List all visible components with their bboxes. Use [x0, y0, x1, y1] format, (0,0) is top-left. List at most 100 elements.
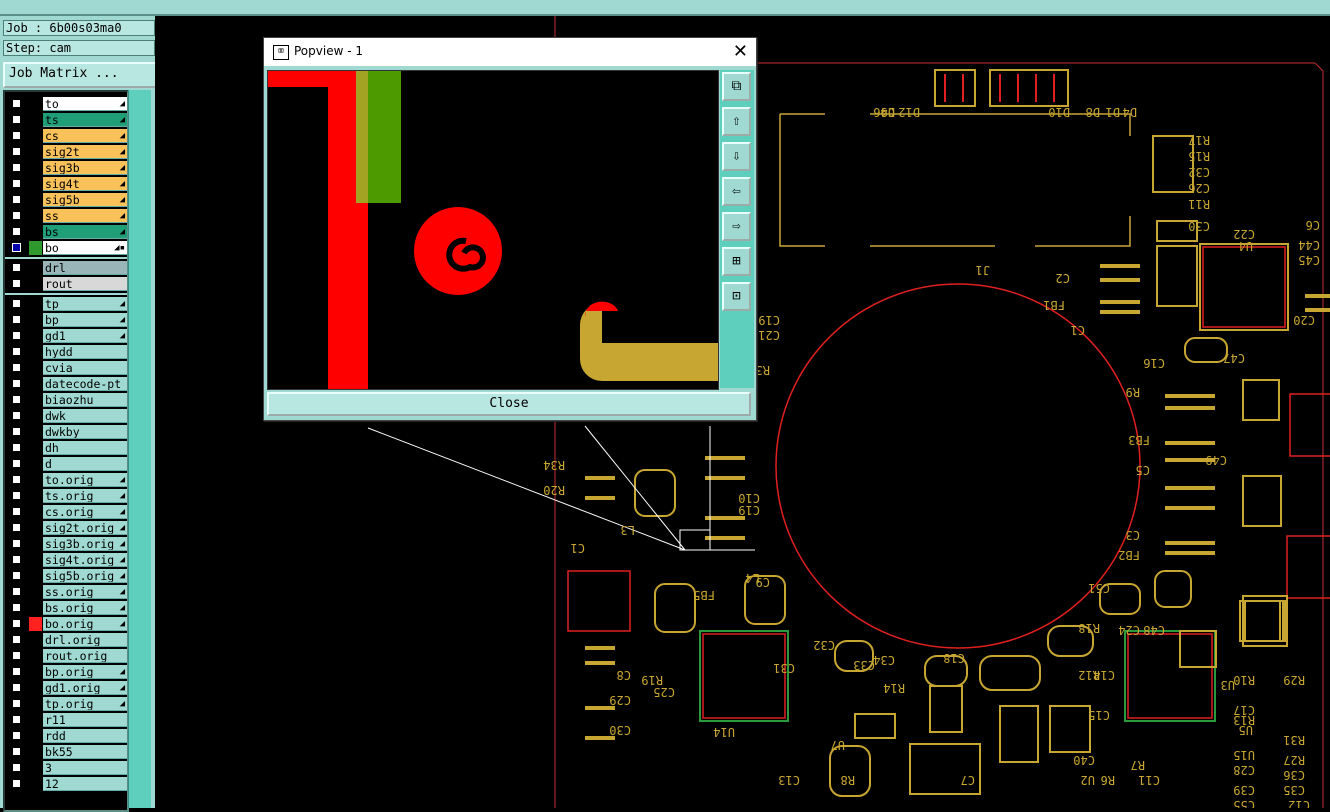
layer-name[interactable]: sig4t.orig ◢ — [43, 553, 127, 567]
layer-row-rout-orig[interactable]: rout.orig — [5, 648, 127, 664]
layer-checkbox[interactable] — [12, 443, 21, 452]
layer-row-tp[interactable]: tp ◢ — [5, 296, 127, 312]
layer-checkbox[interactable] — [12, 147, 21, 156]
layer-color-swatch[interactable] — [29, 177, 42, 191]
layer-name[interactable]: cs ◢ — [43, 129, 127, 143]
layer-checkbox[interactable] — [12, 211, 21, 220]
layer-name[interactable]: cs.orig ◢ — [43, 505, 127, 519]
layer-name[interactable]: dwkby — [43, 425, 127, 439]
layer-row-cvia[interactable]: cvia — [5, 360, 127, 376]
layer-checkbox[interactable] — [12, 667, 21, 676]
job-matrix-button[interactable]: Job Matrix ... — [3, 62, 157, 88]
layer-checkbox[interactable] — [12, 683, 21, 692]
layer-checkbox[interactable] — [12, 731, 21, 740]
layer-color-swatch[interactable] — [29, 97, 42, 111]
layer-row-to[interactable]: to ◢ — [5, 96, 127, 112]
layer-name[interactable]: 12 — [43, 777, 127, 791]
layer-row-sig5b-orig[interactable]: sig5b.orig ◢ — [5, 568, 127, 584]
popview-titlebar[interactable]: ⌧ Popview - 1 ✕ — [264, 38, 756, 66]
zoom-fit-icon[interactable]: ⧉ — [722, 72, 751, 101]
layer-row-cs[interactable]: cs ◢ — [5, 128, 127, 144]
layer-color-swatch[interactable] — [29, 633, 42, 647]
layer-color-swatch[interactable] — [29, 209, 42, 223]
layer-name[interactable]: drl.orig — [43, 633, 127, 647]
layer-color-swatch[interactable] — [29, 225, 42, 239]
layer-checkbox[interactable] — [12, 411, 21, 420]
layer-name[interactable]: 3 — [43, 761, 127, 775]
layer-row-sig3b-orig[interactable]: sig3b.orig ◢ — [5, 536, 127, 552]
layer-row-rdd[interactable]: rdd — [5, 728, 127, 744]
layer-name[interactable]: biaozhu — [43, 393, 127, 407]
layer-checkbox[interactable] — [12, 619, 21, 628]
layer-name[interactable]: bp ◢ — [43, 313, 127, 327]
layer-checkbox[interactable] — [12, 491, 21, 500]
layer-checkbox[interactable] — [12, 699, 21, 708]
layer-checkbox[interactable] — [12, 331, 21, 340]
layer-color-swatch[interactable] — [29, 313, 42, 327]
layer-checkbox[interactable] — [12, 263, 21, 272]
layer-name[interactable]: ts ◢ — [43, 113, 127, 127]
layer-color-swatch[interactable] — [29, 697, 42, 711]
layer-row-bs[interactable]: bs ◢ — [5, 224, 127, 240]
layer-name[interactable]: gd1 ◢ — [43, 329, 127, 343]
layer-color-swatch[interactable] — [29, 761, 42, 775]
pan-down-icon[interactable]: ⇩ — [722, 142, 751, 171]
layer-name[interactable]: r11 — [43, 713, 127, 727]
layer-row-bs-orig[interactable]: bs.orig ◢ — [5, 600, 127, 616]
layer-row-hydd[interactable]: hydd — [5, 344, 127, 360]
layer-row-drl[interactable]: drl — [5, 260, 127, 276]
layer-checkbox[interactable] — [12, 363, 21, 372]
layer-color-swatch[interactable] — [29, 745, 42, 759]
layer-row-ts-orig[interactable]: ts.orig ◢ — [5, 488, 127, 504]
layer-checkbox[interactable] — [12, 747, 21, 756]
zoom-out-icon[interactable]: ⊡ — [722, 282, 751, 311]
layer-row-drl-orig[interactable]: drl.orig — [5, 632, 127, 648]
layer-color-swatch[interactable] — [29, 113, 42, 127]
layer-row-sig4t-orig[interactable]: sig4t.orig ◢ — [5, 552, 127, 568]
layer-row-gd1[interactable]: gd1 ◢ — [5, 328, 127, 344]
layer-checkbox[interactable] — [12, 779, 21, 788]
layer-color-swatch[interactable] — [29, 713, 42, 727]
layer-checkbox[interactable] — [12, 131, 21, 140]
layer-name[interactable]: bk55 — [43, 745, 127, 759]
layer-color-swatch[interactable] — [29, 241, 42, 255]
layer-checkbox[interactable] — [12, 763, 21, 772]
layer-name[interactable]: hydd — [43, 345, 127, 359]
layer-checkbox[interactable] — [12, 379, 21, 388]
layer-checkbox[interactable] — [12, 395, 21, 404]
layer-color-swatch[interactable] — [29, 537, 42, 551]
close-icon[interactable]: ✕ — [733, 41, 748, 62]
layer-checkbox[interactable] — [12, 651, 21, 660]
layer-name[interactable]: tp.orig ◢ — [43, 697, 127, 711]
layer-row-gd1-orig[interactable]: gd1.orig ◢ — [5, 680, 127, 696]
layer-color-swatch[interactable] — [29, 489, 42, 503]
layer-name[interactable]: sig2t.orig ◢ — [43, 521, 127, 535]
layer-checkbox[interactable] — [12, 539, 21, 548]
layer-checkbox[interactable] — [12, 459, 21, 468]
layer-name[interactable]: sig3b.orig ◢ — [43, 537, 127, 551]
layer-checkbox[interactable] — [12, 99, 21, 108]
layer-name[interactable]: sig2t ◢ — [43, 145, 127, 159]
layer-row-sig5b[interactable]: sig5b ◢ — [5, 192, 127, 208]
layer-row-bp[interactable]: bp ◢ — [5, 312, 127, 328]
layer-checkbox[interactable] — [12, 555, 21, 564]
layer-color-swatch[interactable] — [29, 681, 42, 695]
layer-row-bk55[interactable]: bk55 — [5, 744, 127, 760]
layer-row-sig2t-orig[interactable]: sig2t.orig ◢ — [5, 520, 127, 536]
layer-checkbox[interactable] — [12, 603, 21, 612]
layer-checkbox[interactable] — [12, 299, 21, 308]
layer-name[interactable]: datecode-pt — [43, 377, 127, 391]
layer-row-r11[interactable]: r11 — [5, 712, 127, 728]
layer-row-ts[interactable]: ts ◢ — [5, 112, 127, 128]
layer-row-to-orig[interactable]: to.orig ◢ — [5, 472, 127, 488]
layer-row-datecode-pt[interactable]: datecode-pt — [5, 376, 127, 392]
layer-checkbox[interactable] — [12, 347, 21, 356]
layer-color-swatch[interactable] — [29, 129, 42, 143]
layer-checkbox[interactable] — [12, 475, 21, 484]
layer-color-swatch[interactable] — [29, 617, 42, 631]
layer-row-dwkby[interactable]: dwkby — [5, 424, 127, 440]
layer-name[interactable]: bo.orig ◢ — [43, 617, 127, 631]
layer-name[interactable]: gd1.orig ◢ — [43, 681, 127, 695]
layer-color-swatch[interactable] — [29, 585, 42, 599]
layer-name[interactable]: ts.orig ◢ — [43, 489, 127, 503]
